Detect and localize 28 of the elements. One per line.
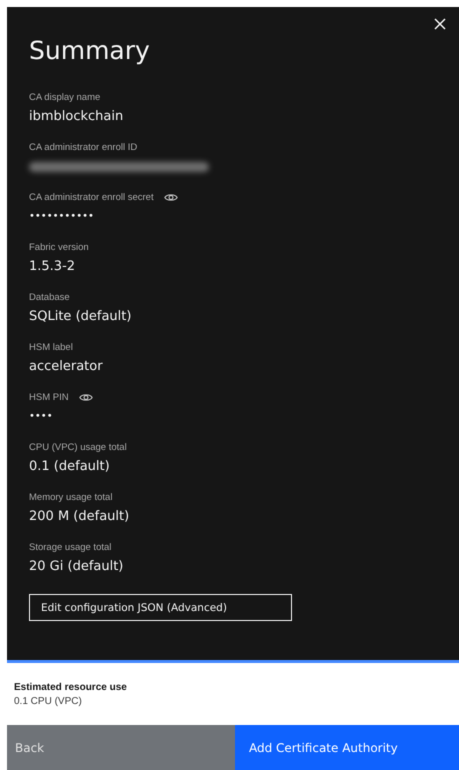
field-label: CA administrator enroll secret [29, 192, 154, 203]
field-label: CPU (VPC) usage total [29, 442, 127, 453]
field-value: accelerator [29, 358, 104, 376]
estimate-value: 0.1 CPU (VPC) [14, 696, 83, 707]
field-value: 200 M (default) [29, 508, 130, 526]
field-value: ibmblockchain [29, 108, 124, 126]
field-label: Database [29, 292, 70, 303]
estimate-title: Estimated resource use [14, 682, 128, 693]
field-value: 0.1 (default) [29, 458, 111, 476]
field-value: 1.5.3-2 [29, 258, 76, 276]
masked-value: ••••••••••• [29, 210, 95, 224]
eye-icon[interactable] [164, 192, 178, 203]
back-button[interactable]: Back [7, 725, 235, 770]
close-icon[interactable] [434, 18, 446, 30]
masked-value: •••• [29, 410, 54, 424]
field-label: Fabric version [29, 242, 89, 253]
add-ca-button[interactable]: Add Certificate Authority [235, 725, 459, 770]
edit-json-button[interactable]: Edit configuration JSON (Advanced) [29, 594, 292, 621]
field-value: SQLite (default) [29, 308, 132, 326]
field-label: HSM PIN [29, 392, 69, 403]
field-label: CA administrator enroll ID [29, 142, 138, 153]
field-label: CA display name [29, 92, 100, 103]
field-label: Memory usage total [29, 492, 112, 503]
field-label: Storage usage total [29, 542, 112, 553]
field-label: HSM label [29, 342, 73, 353]
field-value: 20 Gi (default) [29, 558, 124, 576]
panel-title: Summary [29, 35, 151, 67]
eye-icon[interactable] [78, 392, 93, 403]
